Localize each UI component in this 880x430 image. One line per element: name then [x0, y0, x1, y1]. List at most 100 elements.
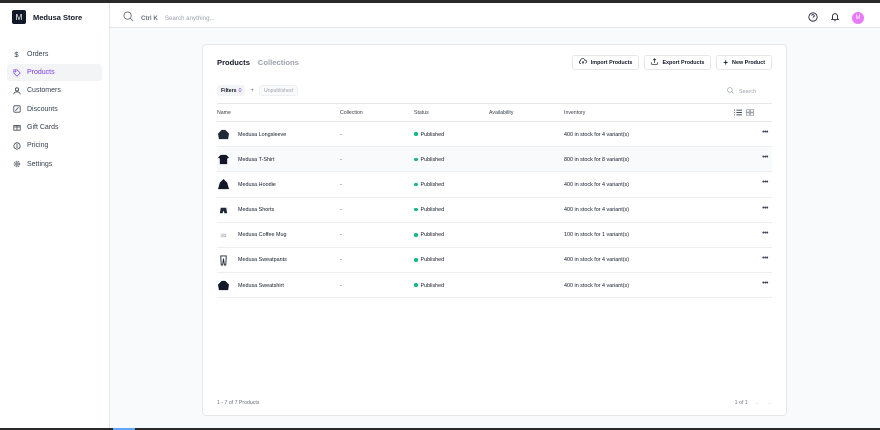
product-thumbnail	[218, 280, 229, 291]
import-products-label: Import Products	[590, 59, 633, 66]
status-dot	[414, 182, 418, 187]
product-name: Medusa T-Shirt	[238, 156, 275, 163]
table-row[interactable]: Medusa Hoodie - Published 400 in stock f…	[217, 172, 772, 198]
status-dot	[414, 258, 418, 262]
sidebar-item-pricing[interactable]: Pricing	[7, 137, 102, 154]
dollar-icon: $	[14, 49, 19, 59]
receipt-icon	[12, 105, 21, 114]
column-header-status: Status	[414, 110, 429, 116]
import-products-button[interactable]: Import Products	[571, 55, 640, 70]
add-filter-button[interactable]: +	[250, 88, 254, 94]
filters-count: 0	[238, 87, 242, 94]
table-row[interactable]: Medusa Sweatpants - Published 400 in sto…	[217, 248, 772, 274]
product-inventory: 400 in stock for 4 variant(s)	[564, 282, 630, 289]
product-status: Published	[414, 182, 444, 188]
grid-view-icon[interactable]	[746, 109, 754, 118]
pagination: 1 of 1 ← →	[735, 400, 772, 406]
sidebar-item-gift-cards[interactable]: Gift Cards	[7, 119, 102, 136]
product-inventory: 800 in stock for 8 variant(s)	[564, 156, 630, 163]
product-status: Published	[414, 232, 444, 238]
top-header: Ctrl K Search anything... M	[110, 3, 880, 28]
table-search[interactable]: Search	[727, 87, 756, 96]
product-name: Medusa Coffee Mug	[238, 232, 287, 239]
table-row[interactable]: Medusa Longsleeve - Published 400 in sto…	[217, 122, 772, 148]
sidebar-item-label: Customers	[27, 87, 61, 95]
store-switcher[interactable]: M Medusa Store	[12, 10, 82, 24]
sidebar-item-label: Pricing	[27, 142, 49, 150]
store-logo: M	[12, 10, 26, 24]
arrow-right-icon[interactable]: →	[767, 400, 772, 406]
card-actions: Import Products Export Products + New Pr…	[571, 55, 772, 70]
search-placeholder: Search anything...	[164, 14, 215, 22]
row-actions-button[interactable]: •••	[762, 255, 768, 262]
help-icon[interactable]	[808, 9, 818, 27]
product-thumbnail	[218, 255, 229, 266]
product-thumbnail	[218, 154, 229, 165]
sidebar-item-label: Orders	[27, 50, 49, 58]
tab-products[interactable]: Products	[217, 58, 250, 67]
products-card: Products Collections Import Products Exp…	[202, 44, 787, 416]
search-shortcut: Ctrl K	[141, 14, 158, 22]
sidebar-item-discounts[interactable]: Discounts	[7, 101, 102, 118]
product-collection: -	[340, 282, 342, 289]
filter-chip-unpublished[interactable]: Unpublished	[258, 85, 298, 96]
row-actions-button[interactable]: •••	[762, 230, 768, 237]
sidebar-item-label: Settings	[27, 160, 53, 168]
status-dot	[414, 157, 418, 162]
table-row[interactable]: Medusa T-Shirt - Published 800 in stock …	[217, 147, 772, 173]
new-product-button[interactable]: + New Product	[716, 55, 772, 70]
product-name: Medusa Sweatpants	[238, 257, 287, 264]
gear-icon	[12, 160, 21, 169]
product-collection: -	[340, 207, 342, 214]
currency-icon	[12, 141, 21, 150]
sidebar-item-settings[interactable]: Settings	[7, 156, 102, 173]
tag-icon	[12, 68, 21, 77]
row-actions-button[interactable]: •••	[762, 280, 768, 287]
avatar[interactable]: M	[852, 12, 864, 24]
filters-button[interactable]: Filters 0	[217, 85, 246, 96]
tab-collections[interactable]: Collections	[258, 58, 299, 67]
sidebar-item-customers[interactable]: Customers	[7, 83, 102, 100]
product-inventory: 400 in stock for 4 variant(s)	[564, 131, 630, 138]
product-collection: -	[340, 156, 342, 163]
column-header-availability: Availability	[489, 110, 514, 116]
table-body: Medusa Longsleeve - Published 400 in sto…	[217, 122, 772, 299]
export-icon	[651, 58, 659, 67]
product-thumbnail	[218, 205, 229, 216]
sidebar-nav: $ Orders Products Customers Discounts Gi…	[7, 46, 102, 174]
product-name: Medusa Shorts	[238, 207, 275, 214]
table-row[interactable]: Medusa Shorts - Published 400 in stock f…	[217, 198, 772, 223]
status-dot	[414, 132, 418, 136]
product-status: Published	[414, 157, 444, 163]
new-product-label: New Product	[732, 59, 765, 66]
product-inventory: 400 in stock for 4 variant(s)	[564, 257, 630, 264]
row-actions-button[interactable]: •••	[762, 179, 768, 186]
product-thumbnail	[218, 129, 229, 140]
sidebar-item-orders[interactable]: $ Orders	[7, 46, 102, 63]
plus-icon: +	[723, 58, 729, 67]
sidebar: M Medusa Store $ Orders Products Custome…	[0, 3, 110, 430]
table-header: Name Collection Status Availability Inve…	[217, 103, 772, 122]
sidebar-item-products[interactable]: Products	[7, 64, 102, 81]
product-inventory: 100 in stock for 1 variant(s)	[564, 232, 630, 239]
bell-icon[interactable]	[830, 9, 840, 27]
product-collection: -	[340, 257, 342, 264]
table-row[interactable]: Medusa Coffee Mug - Published 100 in sto…	[217, 223, 772, 248]
row-actions-button[interactable]: •••	[762, 154, 768, 161]
product-name: Medusa Longsleeve	[238, 131, 287, 138]
product-status: Published	[414, 207, 444, 213]
export-products-label: Export Products	[662, 59, 705, 66]
column-header-collection: Collection	[340, 110, 363, 116]
export-products-button[interactable]: Export Products	[644, 55, 712, 70]
status-dot	[414, 207, 418, 212]
table-row[interactable]: Medusa Sweatshirt - Published 400 in sto…	[217, 273, 772, 299]
arrow-left-icon[interactable]: ←	[755, 400, 760, 406]
header-actions: M	[808, 9, 864, 27]
user-icon	[12, 86, 21, 95]
global-search[interactable]: Ctrl K Search anything...	[123, 9, 215, 27]
list-view-icon[interactable]	[734, 109, 742, 118]
row-actions-button[interactable]: •••	[762, 129, 768, 136]
product-status: Published	[414, 257, 444, 263]
column-header-name: Name	[217, 110, 231, 116]
row-actions-button[interactable]: •••	[762, 205, 768, 212]
